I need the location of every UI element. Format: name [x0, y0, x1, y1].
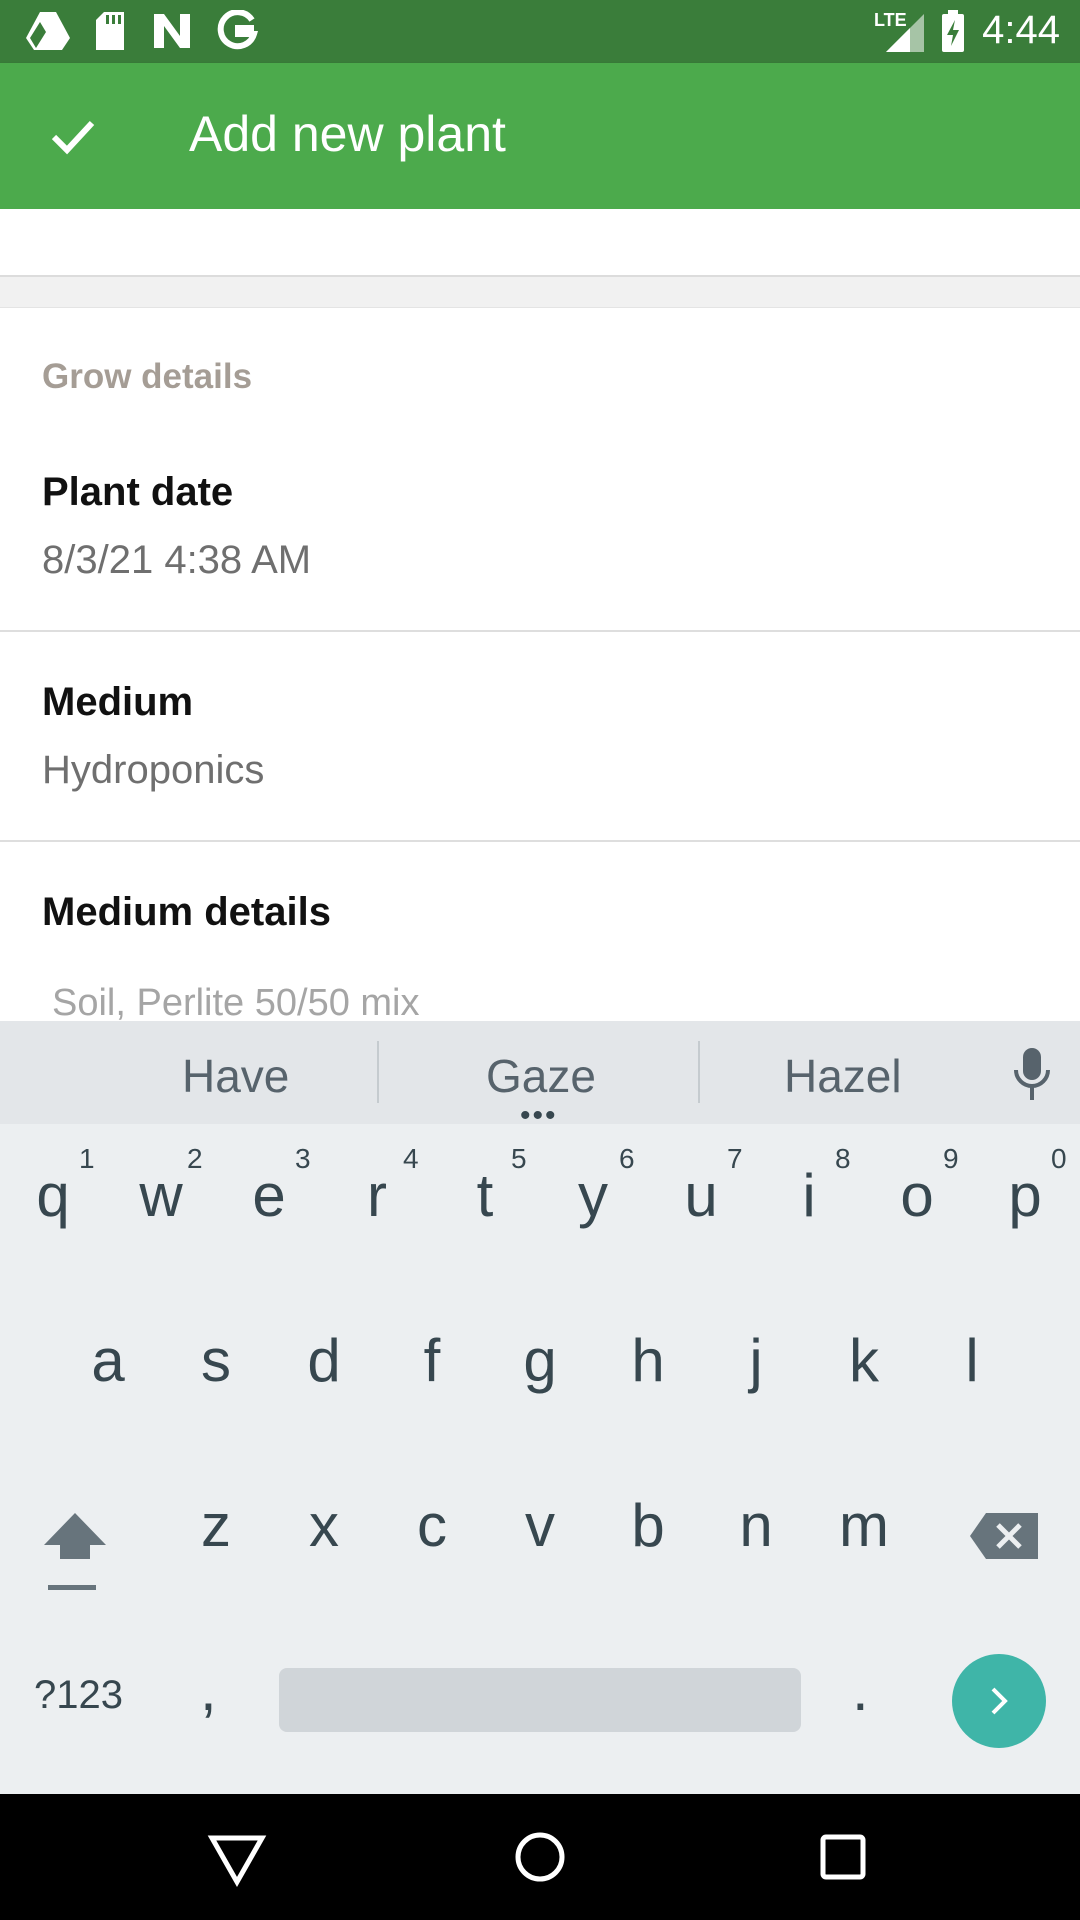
plant-date-value: 8/3/21 4:38 AM [42, 538, 312, 582]
suggestion-bar: Have Gaze Hazel ••• [0, 1021, 1080, 1131]
key-hint: 2 [187, 1143, 203, 1174]
key-b[interactable]: b [603, 1491, 693, 1560]
key-hint: 9 [943, 1143, 959, 1174]
check-icon[interactable] [40, 103, 106, 169]
medium-value: Hydroponics [42, 748, 265, 792]
key-j[interactable]: j [711, 1326, 801, 1395]
suggestion-2[interactable]: Gaze [486, 1049, 596, 1103]
keyboard: Have Gaze Hazel ••• q 1 w 2 e 3 r 4 t 5 … [0, 1021, 1080, 1794]
key-k[interactable]: k [819, 1326, 909, 1395]
google-icon [217, 10, 258, 50]
key-a[interactable]: a [63, 1326, 153, 1395]
page-title: Add new plant [189, 106, 506, 162]
key-c[interactable]: c [387, 1491, 477, 1560]
medium-row[interactable]: Medium Hydroponics [0, 632, 1080, 840]
status-time: 4:44 [982, 8, 1060, 52]
key-hint: 6 [619, 1143, 635, 1174]
key-g[interactable]: g [495, 1326, 585, 1395]
key-f[interactable]: f [387, 1326, 477, 1395]
home-icon[interactable] [507, 1824, 573, 1890]
key-l[interactable]: l [927, 1326, 1017, 1395]
battery-charging-icon [942, 10, 964, 52]
suggestion-1[interactable]: Have [182, 1049, 289, 1103]
medium-label: Medium [42, 680, 194, 724]
back-icon[interactable] [204, 1824, 270, 1890]
section-header: Grow details [42, 357, 253, 396]
key-hint: 7 [727, 1143, 743, 1174]
drive-icon [26, 12, 70, 50]
key-d[interactable]: d [279, 1326, 369, 1395]
recents-icon[interactable] [810, 1824, 876, 1890]
comma-key[interactable]: , [200, 1655, 217, 1724]
key-hint: 3 [295, 1143, 311, 1174]
key-hint: 0 [1051, 1143, 1067, 1174]
plant-date-row[interactable]: Plant date 8/3/21 4:38 AM [0, 420, 1080, 630]
next-button[interactable] [952, 1654, 1046, 1748]
n-notification-icon [154, 14, 190, 48]
period-key[interactable]: . [852, 1655, 869, 1724]
suggestion-divider [698, 1041, 700, 1103]
suggestion-divider [377, 1041, 379, 1103]
key-z[interactable]: z [171, 1491, 261, 1560]
key-hint: 4 [403, 1143, 419, 1174]
section-gap [0, 277, 1080, 307]
space-key[interactable] [279, 1668, 801, 1732]
mic-icon[interactable] [1010, 1046, 1054, 1102]
medium-details-label: Medium details [42, 890, 331, 934]
key-hint: 1 [79, 1143, 95, 1174]
key-h[interactable]: h [603, 1326, 693, 1395]
symbols-key[interactable]: ?123 [34, 1673, 123, 1718]
backspace-icon[interactable] [968, 1511, 1040, 1561]
navigation-bar [0, 1794, 1080, 1920]
status-bar: LTE 4:44 [0, 0, 1080, 63]
sd-card-icon [96, 12, 124, 50]
signal-icon [886, 14, 924, 52]
key-x[interactable]: x [279, 1491, 369, 1560]
plant-date-label: Plant date [42, 470, 234, 514]
key-s[interactable]: s [171, 1326, 261, 1395]
suggestion-3[interactable]: Hazel [784, 1049, 902, 1103]
key-v[interactable]: v [495, 1491, 585, 1560]
more-suggestions-dots[interactable]: ••• [520, 1101, 558, 1131]
key-n[interactable]: n [711, 1491, 801, 1560]
chevron-right-icon [991, 1687, 1008, 1715]
key-m[interactable]: m [819, 1491, 909, 1560]
key-hint: 5 [511, 1143, 527, 1174]
medium-details-input[interactable]: Soil, Perlite 50/50 mix [52, 982, 420, 1025]
top-form-strip [0, 209, 1080, 277]
key-hint: 8 [835, 1143, 851, 1174]
app-bar: Add new plant [0, 63, 1080, 209]
shift-icon[interactable] [40, 1509, 110, 1591]
